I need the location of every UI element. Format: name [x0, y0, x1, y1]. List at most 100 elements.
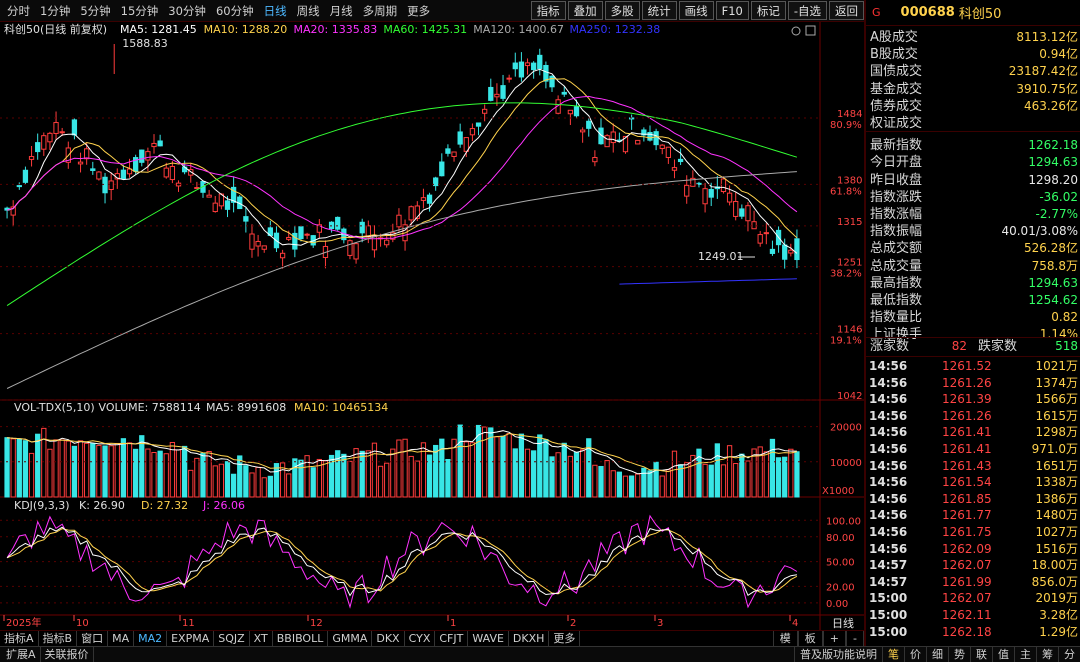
candle-body — [298, 226, 304, 240]
indicator-tab-12[interactable]: CFJT — [435, 631, 469, 646]
vol-legend-volume: VOLUME: 7588114 — [99, 401, 201, 414]
period-tab-5[interactable]: 60分钟 — [211, 3, 259, 19]
stat-label: 权证成交 — [870, 116, 923, 131]
indicator-tab-7[interactable]: XT — [250, 631, 273, 646]
tick-row: 14:56 1261.39 1566万 — [866, 391, 1080, 408]
stat-value: 758.8万 — [1031, 258, 1078, 273]
period-tab-2[interactable]: 5分钟 — [75, 3, 115, 19]
period-tab-1[interactable]: 1分钟 — [35, 3, 75, 19]
candle-body — [782, 244, 788, 260]
volume-bar — [708, 464, 714, 498]
date-tick-label: 3 — [657, 618, 663, 629]
stat-row: 指数振幅 40.01/3.08% — [866, 223, 1080, 240]
kline-chart[interactable]: 科创50(日线 前复权) MA5: 1281.45 MA10: 1288.20 MA2… — [0, 22, 864, 630]
toolbar-button-8[interactable]: 返回 — [829, 1, 864, 20]
toolbar-button-7[interactable]: -自选 — [787, 1, 827, 20]
toolbar-button-1[interactable]: 叠加 — [567, 1, 603, 20]
volume-bar — [402, 438, 408, 498]
indicator-right-button-1[interactable]: 板 — [797, 631, 823, 646]
period-tab-10[interactable]: 更多 — [402, 3, 435, 19]
volume-bar — [610, 470, 616, 498]
indicator-tab-0[interactable]: 指标A — [0, 631, 39, 646]
high-label: 1588.83 — [122, 37, 168, 50]
toolbar-button-0[interactable]: 指标 — [530, 1, 566, 20]
price-tick-pct: 19.1% — [830, 336, 862, 347]
indicator-tab-1[interactable]: 指标B — [39, 631, 78, 646]
index-code[interactable]: 000688 — [901, 5, 955, 20]
indicator-tab-4[interactable]: MA2 — [134, 631, 168, 646]
status-right-2[interactable]: 价 — [904, 647, 926, 662]
indicator-tab-14[interactable]: DKXH — [509, 631, 550, 646]
indicator-tab-6[interactable]: SQJZ — [214, 631, 250, 646]
low-label: 1249.01 — [698, 250, 744, 263]
status-right-1[interactable]: 笔 — [882, 647, 904, 662]
volume-bar — [347, 460, 353, 498]
tick-price: 1261.26 — [942, 375, 992, 390]
volume-bar — [726, 445, 733, 498]
chart-canvas[interactable]: 科创50(日线 前复权) MA5: 1281.45 MA10: 1288.20 MA2… — [0, 22, 864, 630]
settings-icon[interactable] — [791, 26, 801, 36]
volume-bar — [292, 458, 298, 498]
period-tab-9[interactable]: 多周期 — [358, 3, 403, 19]
period-tab-4[interactable]: 30分钟 — [163, 3, 211, 19]
tick-row: 14:56 1261.41 1298万 — [866, 424, 1080, 441]
period-tab-3[interactable]: 15分钟 — [116, 3, 164, 19]
indicator-tab-10[interactable]: DKX — [372, 631, 405, 646]
candle-body — [475, 122, 482, 127]
status-right-8[interactable]: 筹 — [1036, 647, 1058, 662]
indicator-tab-15[interactable]: 更多 — [549, 631, 581, 646]
indicator-tab-11[interactable]: CYX — [405, 631, 436, 646]
status-right-3[interactable]: 细 — [926, 647, 948, 662]
candle-body — [635, 139, 641, 145]
period-tab-7[interactable]: 周线 — [292, 3, 325, 19]
status-left-1[interactable]: 关联报价 — [41, 647, 94, 662]
status-right-0[interactable]: 普及版功能说明 — [794, 647, 882, 662]
kdj-legend-name: KDJ(9,3,3) — [14, 499, 70, 512]
kdj-tick-label: 100.00 — [826, 516, 861, 527]
volume-bar — [322, 460, 329, 498]
indicator-right-button-3[interactable]: - — [846, 631, 864, 646]
chart-title: 科创50(日线 前复权) — [4, 22, 107, 36]
status-right-6[interactable]: 值 — [992, 647, 1014, 662]
ma-legend-5: MA250: 1232.38 — [570, 23, 661, 36]
toolbar-button-3[interactable]: 统计 — [641, 1, 677, 20]
period-tab-6[interactable]: 日线 — [259, 3, 292, 19]
status-left-0[interactable]: 扩展A — [2, 647, 41, 662]
status-right-5[interactable]: 联 — [970, 647, 992, 662]
volume-bar — [212, 465, 218, 498]
breadth-row: 涨家数 82 跌家数 518 — [866, 338, 1080, 355]
toolbar-button-6[interactable]: 标记 — [750, 1, 786, 20]
candle-body — [659, 144, 665, 149]
status-bar: 扩展A 关联报价 普及版功能说明笔价细势联值主筹分 — [0, 646, 1080, 662]
tick-row: 14:56 1261.41 971.0万 — [866, 441, 1080, 458]
status-right-9[interactable]: 分 — [1058, 647, 1080, 662]
indicator-right-button-0[interactable]: 模 — [772, 631, 798, 646]
period-tab-8[interactable]: 月线 — [325, 3, 358, 19]
indicator-tab-3[interactable]: MA — [108, 631, 135, 646]
toolbar-button-4[interactable]: 画线 — [678, 1, 714, 20]
candle-body — [84, 148, 90, 160]
stat-row: A股成交 8113.12亿 — [866, 29, 1080, 46]
stat-row: 国债成交 23187.42亿 — [866, 63, 1080, 80]
index-name[interactable]: 科创50 — [959, 3, 1002, 22]
tick-volume: 1651万 — [1035, 458, 1078, 473]
volume-bar — [641, 467, 647, 498]
indicator-tab-13[interactable]: WAVE — [468, 631, 509, 646]
toolbar-button-5[interactable]: F10 — [715, 1, 749, 20]
period-toolbar: 分时 1分钟 5分钟 15分钟 30分钟 60分钟 日线 周线 月线 多周期 更多 指标 叠加 多股 统计… — [0, 0, 864, 22]
indicator-tab-2[interactable]: 窗口 — [77, 631, 109, 646]
volume-bar — [151, 451, 157, 498]
candle-body — [494, 93, 500, 98]
indicator-tab-5[interactable]: EXPMA — [167, 631, 215, 646]
indicator-tab-8[interactable]: BBIBOLL — [273, 631, 329, 646]
period-tab-0[interactable]: 分时 — [2, 3, 35, 19]
maximize-icon[interactable] — [805, 25, 816, 36]
volume-bar — [592, 464, 598, 498]
toolbar-button-2[interactable]: 多股 — [604, 1, 640, 20]
candle-body — [531, 62, 537, 71]
indicator-tab-9[interactable]: GMMA — [328, 631, 373, 646]
status-right-7[interactable]: 主 — [1014, 647, 1036, 662]
status-right-4[interactable]: 势 — [948, 647, 970, 662]
candle-body — [426, 194, 433, 204]
indicator-right-button-2[interactable]: + — [822, 631, 847, 646]
